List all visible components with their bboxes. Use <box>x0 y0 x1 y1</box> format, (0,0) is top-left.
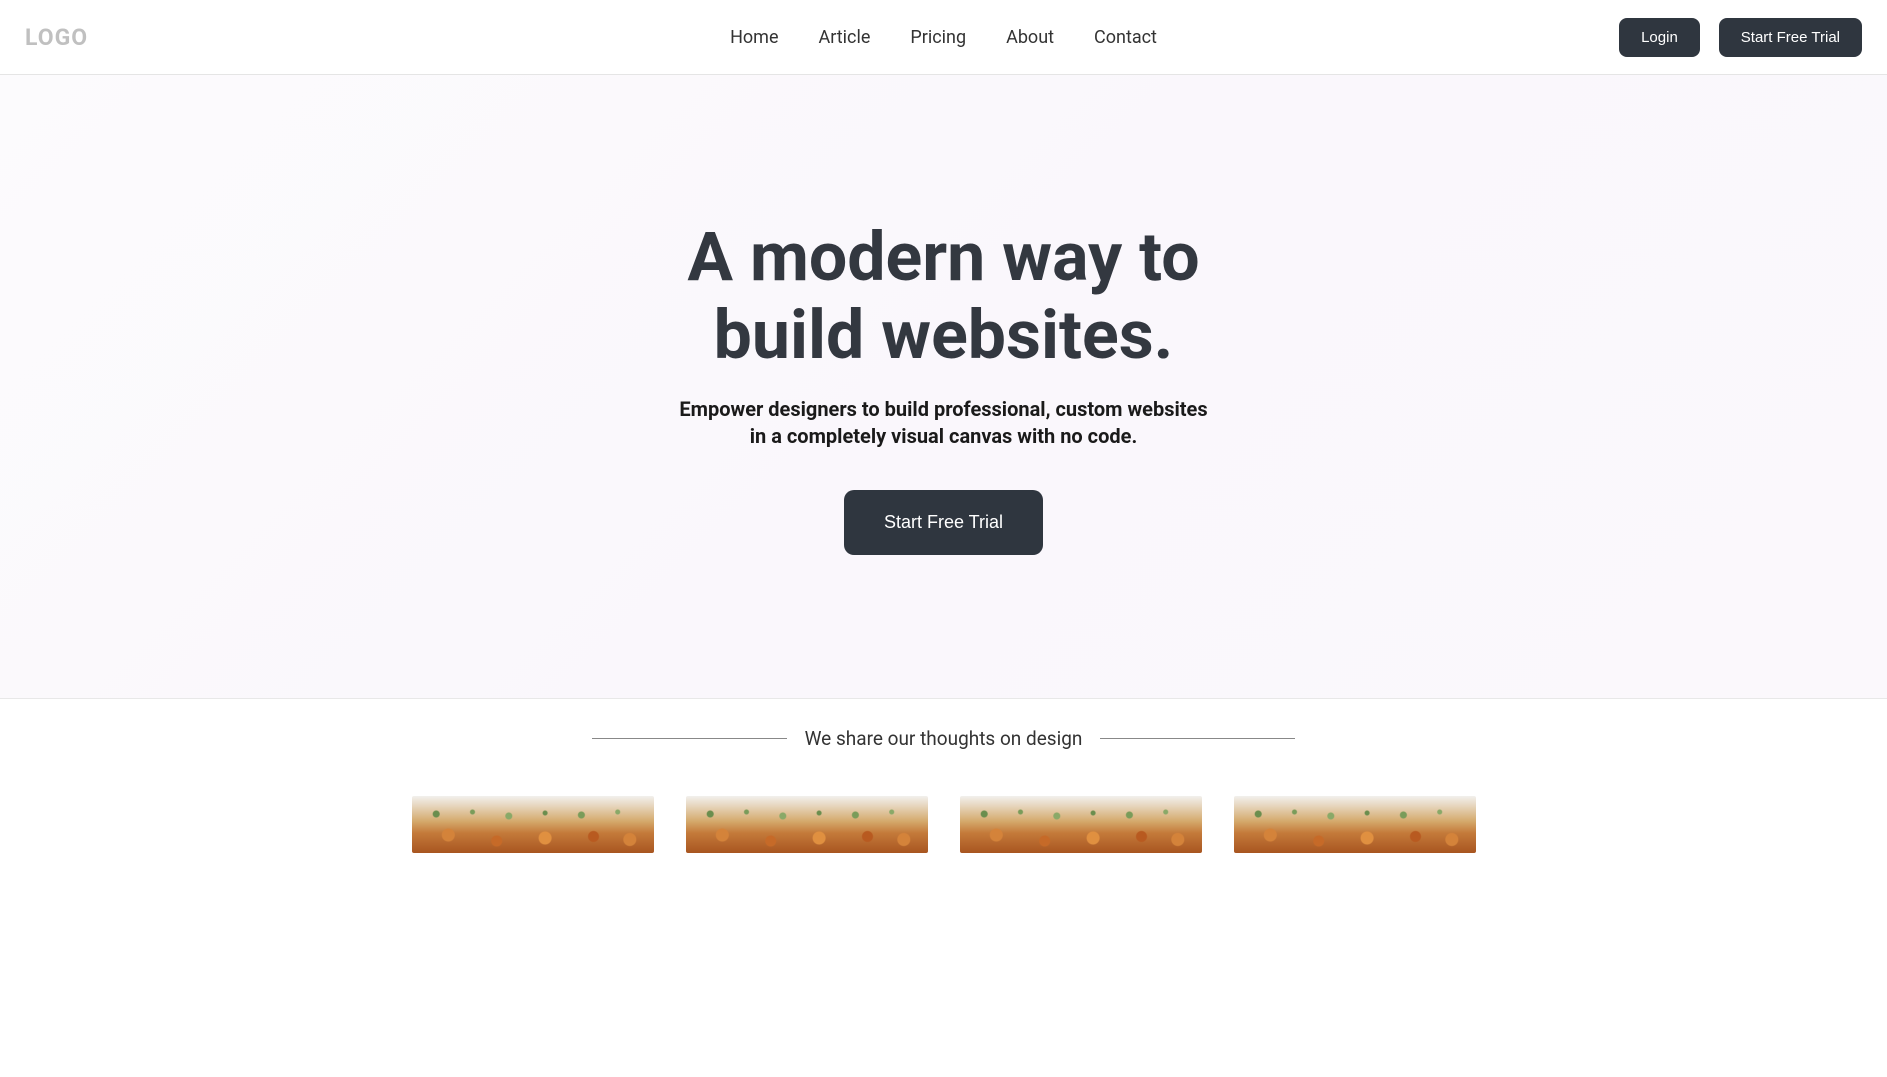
header-buttons: Login Start Free Trial <box>1619 18 1862 57</box>
logo: LOGO <box>25 24 88 51</box>
hero-subtitle-line2: in a completely visual canvas with no co… <box>750 424 1138 448</box>
header: LOGO Home Article Pricing About Contact … <box>0 0 1887 75</box>
hero-title: A modern way to build websites. <box>687 218 1199 374</box>
divider-section: We share our thoughts on design <box>0 699 1887 770</box>
hero-subtitle: Empower designers to build professional,… <box>679 396 1207 450</box>
card-image[interactable] <box>960 796 1202 853</box>
hero-subtitle-line1: Empower designers to build professional,… <box>679 397 1207 421</box>
hero-title-line2: build websites. <box>714 295 1174 375</box>
card-image[interactable] <box>686 796 928 853</box>
login-button[interactable]: Login <box>1619 18 1700 57</box>
divider-text: We share our thoughts on design <box>805 727 1083 750</box>
card-image[interactable] <box>412 796 654 853</box>
card-image[interactable] <box>1234 796 1476 853</box>
divider-line-right <box>1100 738 1295 739</box>
divider-line-left <box>592 738 787 739</box>
cards-row <box>0 770 1887 853</box>
nav-about[interactable]: About <box>1006 27 1054 48</box>
hero-section: A modern way to build websites. Empower … <box>0 75 1887 699</box>
start-free-trial-hero-button[interactable]: Start Free Trial <box>844 490 1043 555</box>
start-free-trial-header-button[interactable]: Start Free Trial <box>1719 18 1862 57</box>
nav-article[interactable]: Article <box>819 27 871 48</box>
hero-title-line1: A modern way to <box>687 217 1199 297</box>
nav-home[interactable]: Home <box>730 27 778 48</box>
nav-pricing[interactable]: Pricing <box>910 27 966 48</box>
main-nav: Home Article Pricing About Contact <box>730 27 1157 48</box>
nav-contact[interactable]: Contact <box>1094 27 1157 48</box>
